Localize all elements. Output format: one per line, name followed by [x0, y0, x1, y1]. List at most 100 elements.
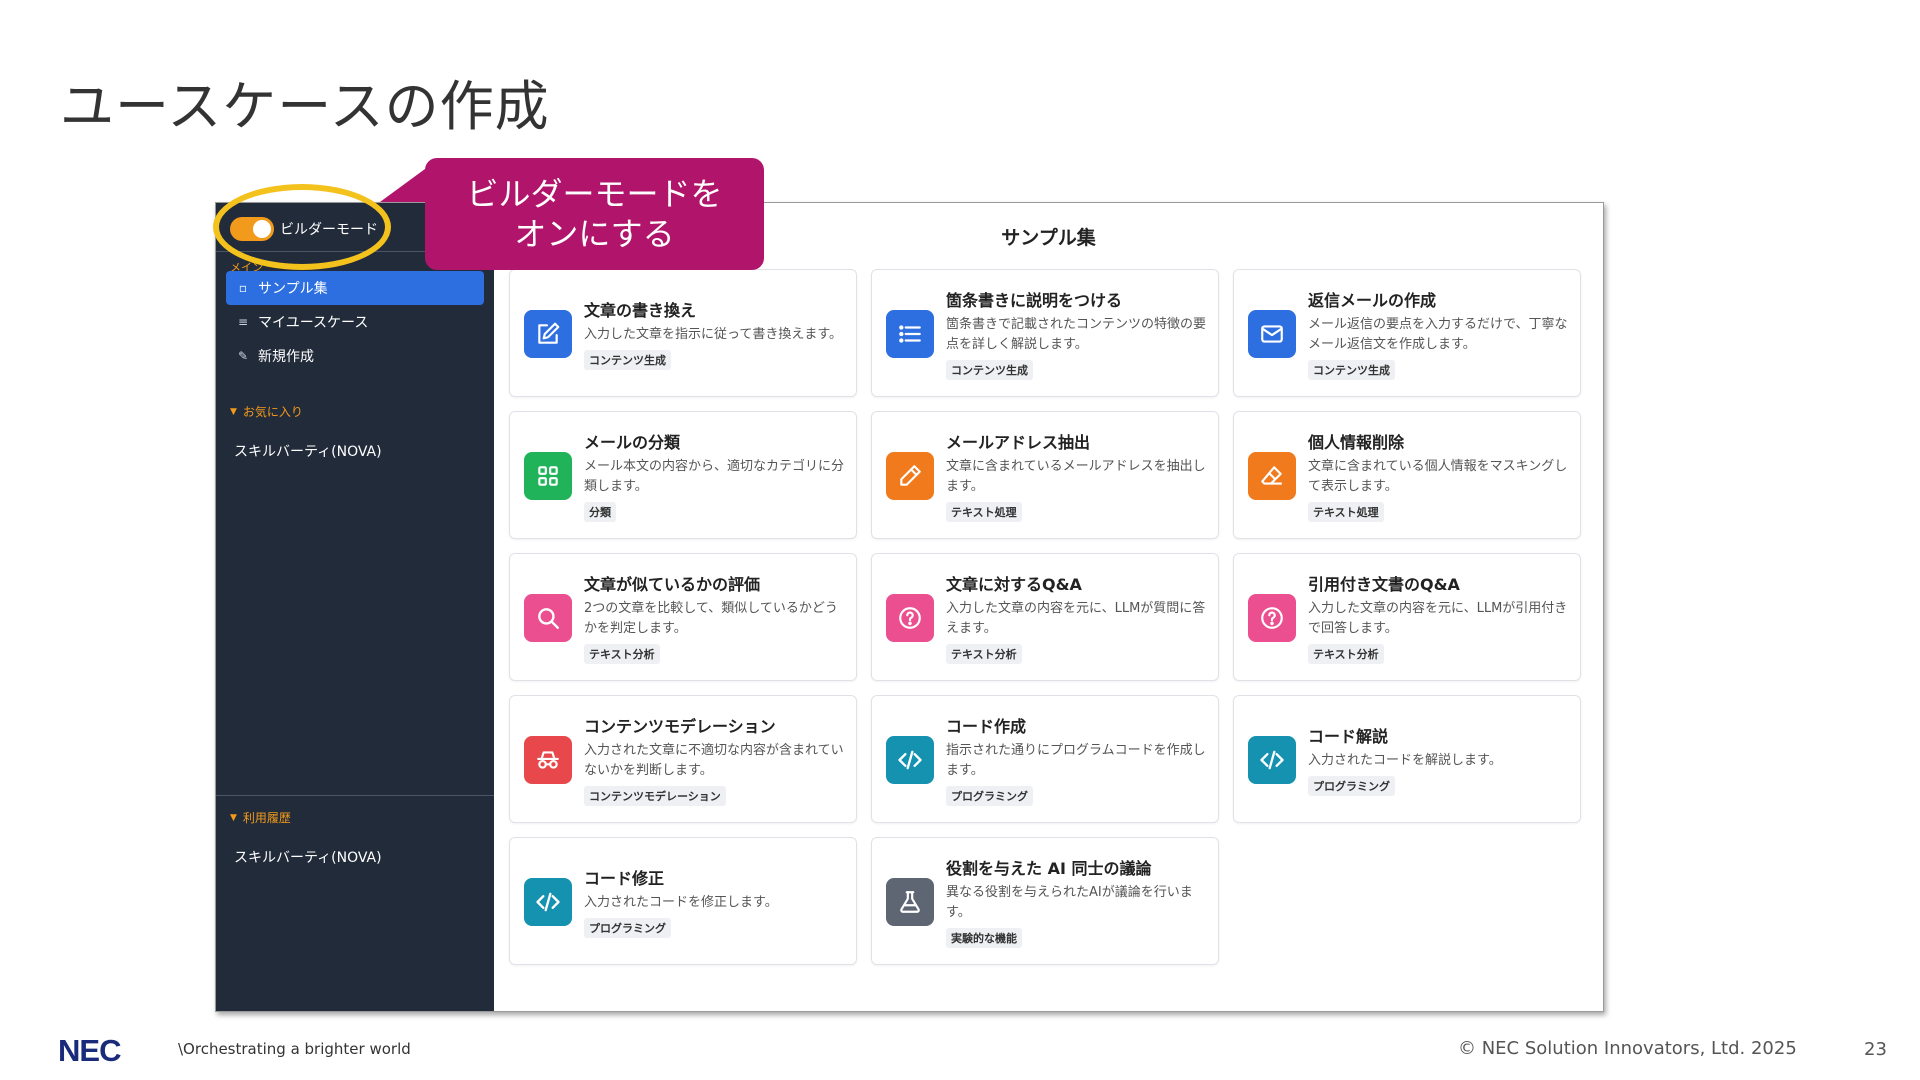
card-title: 役割を与えた AI 同士の議論	[946, 858, 1152, 878]
card-tag: コンテンツ生成	[946, 359, 1033, 380]
tagline: \Orchestrating a brighter world	[178, 1040, 411, 1058]
code-icon	[1248, 736, 1296, 784]
sidebar-divider	[216, 795, 494, 796]
favorites-heading[interactable]: ▼ お気に入り	[230, 403, 303, 420]
card-tag: 分類	[584, 501, 616, 522]
nec-logo: NEC	[58, 1033, 121, 1068]
card-title: コード作成	[946, 716, 1027, 736]
favorites-heading-label: お気に入り	[242, 405, 303, 419]
highlight-ring	[213, 184, 391, 270]
card-description: 箇条書きで記載されたコンテンツの特徴の要点を詳しく解説します。	[946, 316, 1207, 352]
sidebar-item-my-usecases[interactable]: ≡ マイユースケース	[226, 305, 484, 339]
spy-icon	[524, 736, 572, 784]
usecase-card[interactable]: メールアドレス抽出 文章に含まれているメールアドレスを抽出します。 テキスト処理	[871, 411, 1219, 539]
card-title: メールの分類	[584, 432, 681, 452]
code-icon	[524, 878, 572, 926]
card-description: 入力されたコードを修正します。	[584, 894, 778, 910]
edit-square-icon	[524, 310, 572, 358]
card-tag: コンテンツ生成	[1308, 359, 1395, 380]
question-icon	[886, 594, 934, 642]
card-tag: テキスト処理	[946, 501, 1022, 522]
card-description: 2つの文章を比較して、類似しているかどうかを判定します。	[584, 600, 838, 636]
card-description: 入力されたコードを解説します。	[1308, 752, 1502, 768]
history-item[interactable]: スキルバーティ(NOVA)	[234, 847, 382, 867]
usecase-card[interactable]: 箇条書きに説明をつける 箇条書きで記載されたコンテンツの特徴の要点を詳しく解説し…	[871, 269, 1219, 397]
search-icon	[524, 594, 572, 642]
usecase-card[interactable]: コード作成 指示された通りにプログラムコードを作成します。 プログラミング	[871, 695, 1219, 823]
card-title: 返信メールの作成	[1308, 290, 1437, 310]
card-title: コンテンツモデレーション	[584, 716, 776, 736]
card-description: 文章に含まれている個人情報をマスキングして表示します。	[1308, 458, 1568, 494]
card-tag: プログラミング	[946, 785, 1033, 806]
card-tag: コンテンツ生成	[584, 349, 671, 370]
callout-line: ビルダーモードを	[466, 175, 723, 213]
card-tag: プログラミング	[584, 917, 671, 938]
grid-icon	[524, 452, 572, 500]
card-tag: テキスト分析	[1308, 643, 1384, 664]
card-title: 文章に対するQ&A	[946, 574, 1082, 594]
usecase-card[interactable]: 役割を与えた AI 同士の議論 異なる役割を与えられたAIが議論を行います。 実…	[871, 837, 1219, 965]
card-description: 文章に含まれているメールアドレスを抽出します。	[946, 458, 1206, 494]
eyedropper-icon	[886, 452, 934, 500]
card-description: メール返信の要点を入力するだけで、丁寧なメール返信文を作成します。	[1308, 316, 1568, 352]
question-icon	[1248, 594, 1296, 642]
sidebar-item-label: マイユースケース	[258, 315, 369, 331]
sidebar-item-label: サンプル集	[258, 281, 328, 297]
main-content: サンプル集 文章の書き換え 入力した文章を指示に従って書き換えます。 コンテンツ…	[494, 203, 1603, 1011]
card-title: 箇条書きに説明をつける	[946, 290, 1123, 310]
mail-icon	[1248, 310, 1296, 358]
card-description: 指示された通りにプログラムコードを作成します。	[946, 742, 1206, 778]
usecase-card[interactable]: コード修正 入力されたコードを修正します。 プログラミング	[509, 837, 857, 965]
card-tag: テキスト分析	[584, 643, 660, 664]
card-description: メール本文の内容から、適切なカテゴリに分類します。	[584, 458, 845, 494]
edit-icon: ✎	[237, 349, 249, 363]
card-tag: コンテンツモデレーション	[584, 785, 726, 806]
card-title: メールアドレス抽出	[946, 432, 1091, 452]
copyright: © NEC Solution Innovators, Ltd. 2025	[1458, 1038, 1797, 1059]
card-title: 文章が似ているかの評価	[584, 574, 761, 594]
code-icon	[886, 736, 934, 784]
usecase-card[interactable]: コンテンツモデレーション 入力された文章に不適切な内容が含まれていないかを判断し…	[509, 695, 857, 823]
card-tag: テキスト処理	[1308, 501, 1384, 522]
list-icon: ≡	[237, 315, 249, 329]
usecase-card[interactable]: コード解説 入力されたコードを解説します。 プログラミング	[1233, 695, 1581, 823]
usecase-card[interactable]: 文章が似ているかの評価 2つの文章を比較して、類似しているかどうかを判定します。…	[509, 553, 857, 681]
card-title: コード解説	[1308, 726, 1389, 746]
card-tag: 実験的な機能	[946, 927, 1022, 948]
sidebar: ビルダーモード メイン ▫ サンプル集 ≡ マイユースケース ✎ 新規作成 ▼ …	[216, 203, 494, 1011]
book-open-icon: ▫	[238, 281, 248, 295]
usecase-card[interactable]: 引用付き文書のQ&A 入力した文章の内容を元に、LLMが引用付きで回答します。 …	[1233, 553, 1581, 681]
caret-down-icon: ▼	[230, 812, 237, 823]
flask-icon	[886, 878, 934, 926]
app-screenshot: ビルダーモード メイン ▫ サンプル集 ≡ マイユースケース ✎ 新規作成 ▼ …	[215, 202, 1604, 1012]
list-icon	[886, 310, 934, 358]
sidebar-item-label: 新規作成	[258, 349, 314, 365]
usecase-card[interactable]: 文章の書き換え 入力した文章を指示に従って書き換えます。 コンテンツ生成	[509, 269, 857, 397]
usecase-card[interactable]: 個人情報削除 文章に含まれている個人情報をマスキングして表示します。 テキスト処…	[1233, 411, 1581, 539]
favorite-item[interactable]: スキルバーティ(NOVA)	[234, 441, 382, 461]
caret-down-icon: ▼	[230, 406, 237, 417]
card-title: コード修正	[584, 868, 665, 888]
eraser-icon	[1248, 452, 1296, 500]
callout-box: ビルダーモードを オンにする	[425, 158, 764, 270]
card-description: 入力した文章の内容を元に、LLMが質問に答えます。	[946, 600, 1206, 636]
sidebar-item-new[interactable]: ✎ 新規作成	[226, 339, 484, 373]
card-description: 入力された文章に不適切な内容が含まれていないかを判断します。	[584, 742, 844, 778]
sidebar-item-samples[interactable]: ▫ サンプル集	[226, 271, 484, 305]
usecase-card[interactable]: 返信メールの作成 メール返信の要点を入力するだけで、丁寧なメール返信文を作成しま…	[1233, 269, 1581, 397]
card-description: 異なる役割を与えられたAIが議論を行います。	[946, 884, 1193, 920]
card-description: 入力した文章の内容を元に、LLMが引用付きで回答します。	[1308, 600, 1568, 636]
history-heading-label: 利用履歴	[242, 811, 291, 825]
usecase-card[interactable]: メールの分類 メール本文の内容から、適切なカテゴリに分類します。 分類	[509, 411, 857, 539]
card-tag: プログラミング	[1308, 775, 1395, 796]
card-title: 文章の書き換え	[584, 300, 697, 320]
card-title: 個人情報削除	[1308, 432, 1405, 452]
page-number: 23	[1864, 1039, 1887, 1060]
slide-title: ユースケースの作成	[60, 75, 550, 138]
card-description: 入力した文章を指示に従って書き換えます。	[584, 326, 843, 342]
callout-line: オンにする	[514, 215, 675, 253]
card-tag: テキスト分析	[946, 643, 1022, 664]
history-heading[interactable]: ▼ 利用履歴	[230, 809, 291, 826]
card-title: 引用付き文書のQ&A	[1308, 574, 1460, 594]
usecase-card[interactable]: 文章に対するQ&A 入力した文章の内容を元に、LLMが質問に答えます。 テキスト…	[871, 553, 1219, 681]
